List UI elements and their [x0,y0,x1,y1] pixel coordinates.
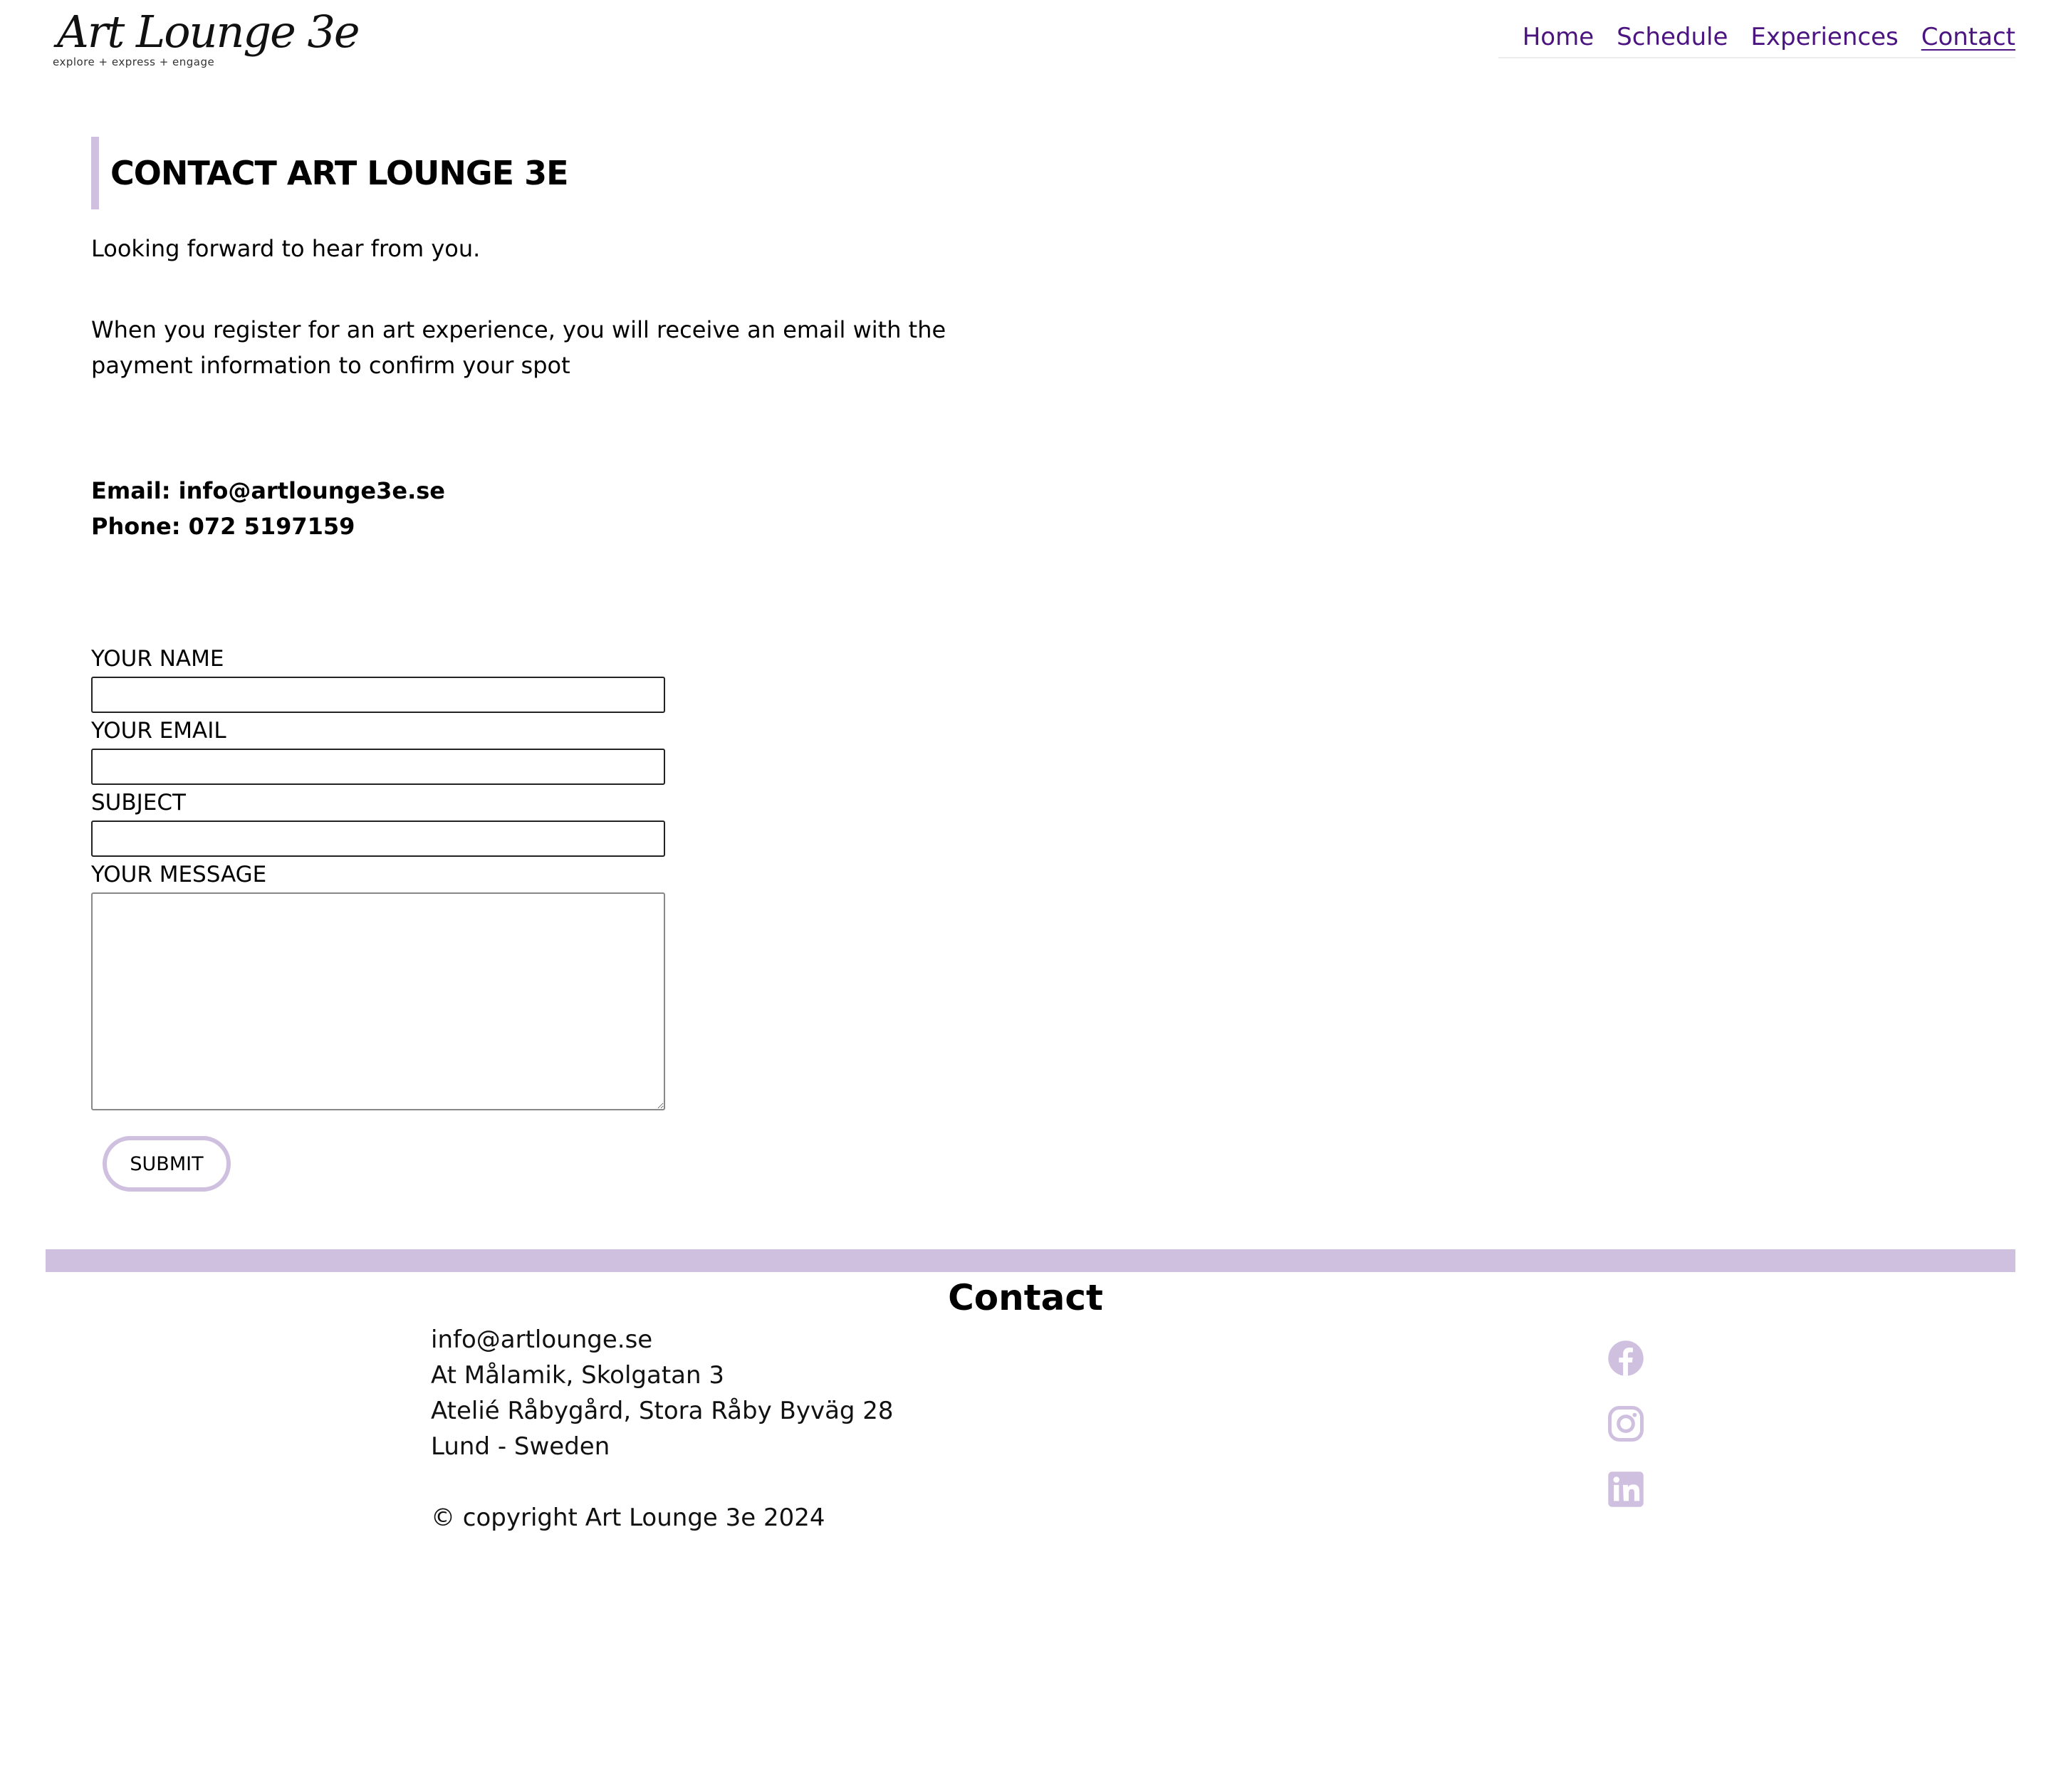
name-label: YOUR NAME [91,646,224,672]
main-nav: Home Schedule Experiences Contact [1498,23,2015,58]
footer-city: Lund - Sweden [431,1432,610,1461]
name-field[interactable] [91,677,665,713]
page-title-block: CONTACT ART LOUNGE 3E [91,137,1017,209]
contact-form: YOUR NAME YOUR EMAIL SUBJECT YOUR MESSAG… [91,641,668,1192]
email-label: YOUR EMAIL [91,718,226,744]
logo-script-text: Art Lounge 3e [57,6,360,58]
footer-address-2: Atelié Råbygård, Stora Råby Byväg 28 [431,1397,894,1425]
subject-field[interactable] [91,821,665,857]
instagram-icon[interactable] [1607,1405,1645,1443]
nav-contact[interactable]: Contact [1921,23,2015,51]
footer-divider [46,1249,2015,1272]
message-label: YOUR MESSAGE [91,862,267,887]
facebook-icon[interactable] [1607,1339,1645,1377]
footer-address-1: At Målamik, Skolgatan 3 [431,1361,725,1390]
message-field[interactable] [91,892,665,1110]
payment-note: When you register for an art experience,… [91,316,946,379]
nav-schedule[interactable]: Schedule [1617,23,1728,51]
contact-details: Email: info@artlounge3e.se Phone: 072 51… [91,473,1017,544]
page-title: CONTACT ART LOUNGE 3E [110,154,569,192]
intro-text: Looking forward to hear from you. [91,235,481,262]
email-field[interactable] [91,749,665,785]
submit-button[interactable]: SUBMIT [103,1136,231,1192]
linkedin-icon[interactable] [1607,1470,1645,1509]
site-logo[interactable]: Art Lounge 3e explore + express + engage [53,10,360,74]
footer-contact-info: info@artlounge.se At Målamik, Skolgatan … [431,1322,894,1536]
contact-section: CONTACT ART LOUNGE 3E Looking forward to… [91,137,1017,544]
logo-tagline: explore + express + engage [53,56,215,68]
social-links [1607,1339,1646,1536]
subject-label: SUBJECT [91,790,186,816]
footer-copyright: © copyright Art Lounge 3e 2024 [431,1504,825,1532]
nav-home[interactable]: Home [1523,23,1594,51]
contact-phone: Phone: 072 5197159 [91,513,355,540]
footer-title: Contact [948,1277,1103,1318]
nav-experiences[interactable]: Experiences [1750,23,1898,51]
footer-email: info@artlounge.se [431,1325,653,1354]
contact-email: Email: info@artlounge3e.se [91,477,445,504]
